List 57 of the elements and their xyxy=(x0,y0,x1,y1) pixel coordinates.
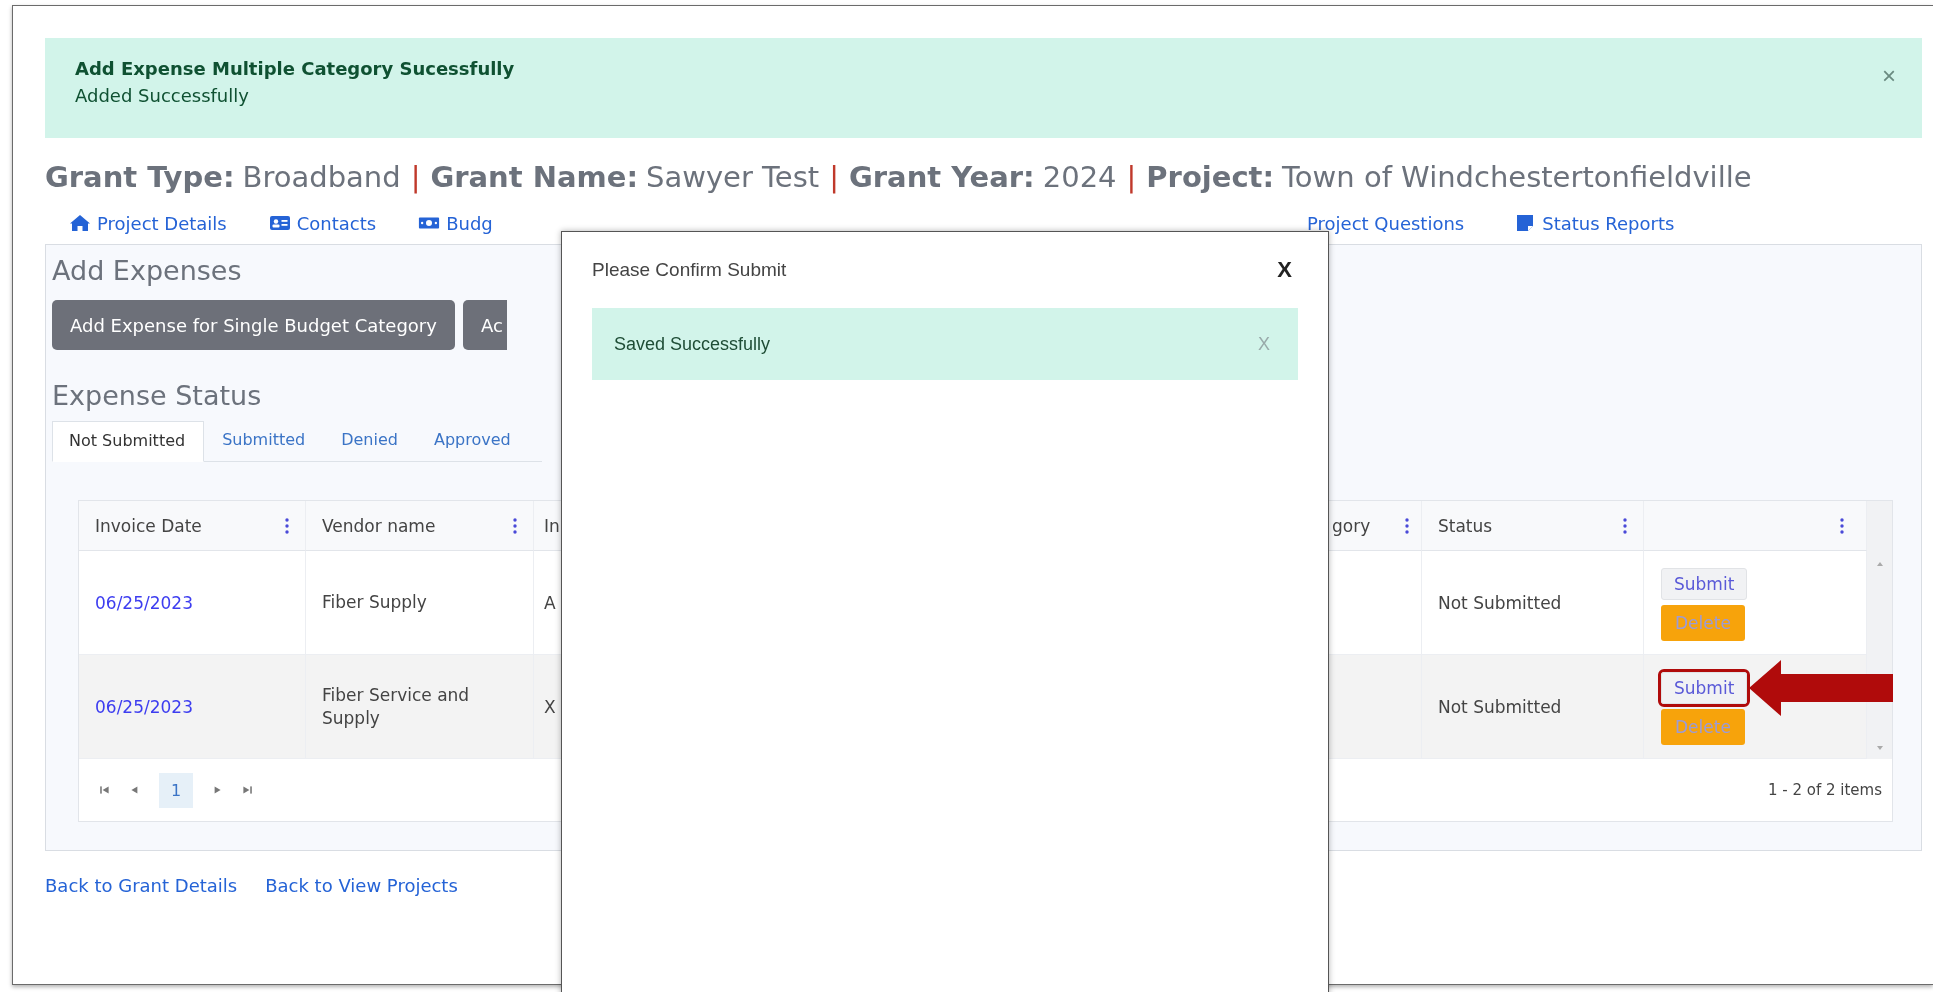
column-menu-icon[interactable] xyxy=(1405,517,1409,534)
column-menu-icon[interactable] xyxy=(1840,517,1844,534)
heading-value: Sawyer Test xyxy=(646,160,820,194)
back-link[interactable]: Back to Grant Details xyxy=(45,875,238,896)
column-menu-icon[interactable] xyxy=(285,517,289,534)
dialog-title: Please Confirm Submit xyxy=(592,259,787,281)
back-link[interactable]: Back to View Projects xyxy=(265,875,458,896)
table-cell: Not Submitted xyxy=(1438,592,1562,613)
table-cell-text: Fiber Service and Supply xyxy=(322,683,471,730)
first-page-icon[interactable] xyxy=(99,784,111,796)
column-header: Invoice Date xyxy=(79,501,306,551)
column-header: Status xyxy=(1422,501,1644,551)
home-icon xyxy=(69,214,91,232)
submit-button[interactable]: Submit xyxy=(1661,567,1748,600)
status-tab[interactable]: Denied xyxy=(323,421,416,461)
column-header: gory xyxy=(1330,501,1422,551)
alert-message: Added Successfully xyxy=(75,85,250,106)
heading-label: Grant Year: xyxy=(848,160,1035,194)
heading-label: Project: xyxy=(1146,160,1275,194)
heading-value: Town of Windchestertonfieldville xyxy=(1282,160,1752,194)
nav-tab[interactable]: Contacts xyxy=(268,212,377,234)
close-button[interactable]: × xyxy=(1876,64,1902,88)
last-page-icon[interactable] xyxy=(241,784,254,796)
close-button[interactable]: X xyxy=(1271,256,1298,284)
heading-label: Grant Type: xyxy=(45,160,235,194)
status-tab[interactable]: Approved xyxy=(415,421,529,461)
invoice-date-link[interactable]: 06/25/2023 xyxy=(95,592,193,613)
add-expense-button[interactable]: Ac xyxy=(462,300,507,350)
column-menu-icon[interactable] xyxy=(1623,517,1627,534)
section-title: Add Expenses xyxy=(52,255,242,286)
table-cell: Fiber Supply xyxy=(322,591,427,614)
status-tab[interactable]: Submitted xyxy=(204,421,324,461)
column-menu-icon[interactable] xyxy=(513,517,517,534)
nav-tab[interactable]: Project Questions xyxy=(1307,212,1465,234)
table-cell: Not Submitted xyxy=(1438,696,1562,717)
invoice-date-link[interactable]: 06/25/2023 xyxy=(95,696,193,717)
nav-tab[interactable]: Project Details xyxy=(69,212,227,234)
separator: | xyxy=(829,160,839,194)
id-card-icon xyxy=(268,214,291,232)
column-header: Vendor name xyxy=(306,501,534,551)
pager-summary: 1 - 2 of 2 items xyxy=(1767,781,1882,799)
alert-title: Add Expense Multiple Category Sucessfully xyxy=(75,58,515,79)
separator: | xyxy=(1126,160,1137,194)
status-tab[interactable]: Not Submitted xyxy=(52,421,205,462)
heading-label: Grant Name: xyxy=(430,160,639,194)
section-title: Expense Status xyxy=(52,380,262,411)
heading-value: Broadband xyxy=(242,160,401,194)
nav-tab[interactable]: Status Reports xyxy=(1514,212,1675,234)
add-expense-button[interactable]: Add Expense for Single Budget Category xyxy=(52,300,455,350)
alert-message: Saved Successfully xyxy=(614,333,771,355)
table-cell: X xyxy=(544,696,556,717)
separator: | xyxy=(410,160,421,194)
heading-value: 2024 xyxy=(1042,160,1117,194)
submit-button[interactable]: Submit xyxy=(1661,671,1748,704)
nav-tab[interactable]: Budg xyxy=(418,212,493,234)
table-cell: A xyxy=(544,592,556,613)
page-number[interactable]: 1 xyxy=(159,772,194,808)
